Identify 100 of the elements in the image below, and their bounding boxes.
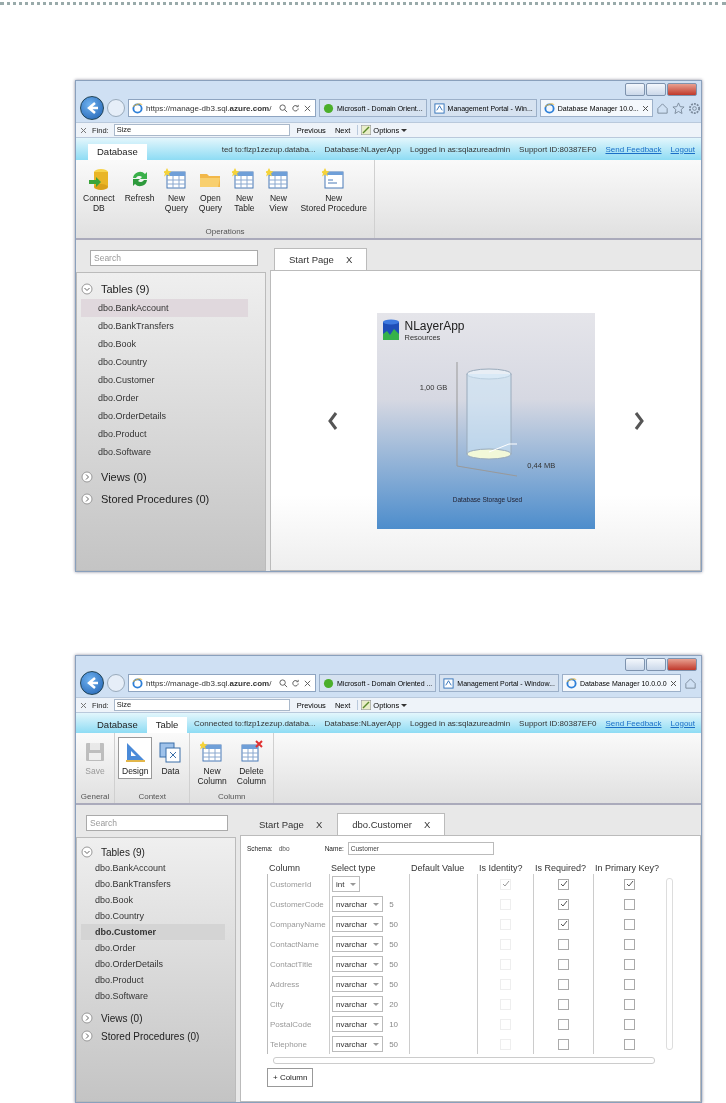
- size-value: 10: [389, 1019, 399, 1029]
- document-tab[interactable]: dbo.Customer X: [337, 813, 446, 835]
- checkbox[interactable]: [624, 958, 635, 970]
- checkbox[interactable]: [624, 938, 635, 950]
- close-button[interactable]: [667, 83, 697, 96]
- tree-item[interactable]: dbo.Book: [81, 892, 225, 908]
- ribbon-button[interactable]: Data: [154, 737, 187, 780]
- column-header: Default Value: [410, 862, 466, 874]
- header-link[interactable]: Logout: [670, 144, 695, 154]
- tree-section[interactable]: Views (0): [81, 1010, 227, 1026]
- ribbon-button[interactable]: New View: [262, 164, 295, 217]
- column-header: Is Identity?: [478, 862, 524, 874]
- tree-item[interactable]: dbo.Product: [81, 425, 248, 443]
- caret-icon: [401, 128, 408, 132]
- checkbox[interactable]: [558, 998, 569, 1010]
- minimize-button[interactable]: [625, 83, 645, 96]
- type-dropdown[interactable]: nvarchar: [332, 976, 384, 992]
- forward-button[interactable]: [107, 674, 125, 692]
- checkbox[interactable]: [624, 1038, 635, 1050]
- header-link[interactable]: Send Feedback: [605, 144, 662, 154]
- search-field[interactable]: Search: [86, 815, 228, 831]
- tree-item[interactable]: dbo.OrderDetails: [81, 956, 225, 972]
- tree-item[interactable]: dbo.Software: [81, 443, 248, 461]
- type-dropdown[interactable]: nvarchar: [332, 1036, 384, 1052]
- ribbon-tab[interactable]: Database: [88, 144, 147, 160]
- tree-item[interactable]: dbo.Order: [81, 940, 225, 956]
- ribbon-button[interactable]: New Stored Procedure: [296, 164, 372, 217]
- checkbox[interactable]: [558, 938, 569, 950]
- back-button[interactable]: [80, 671, 104, 695]
- add-column-button[interactable]: + Column: [267, 1068, 314, 1087]
- type-dropdown[interactable]: nvarchar: [332, 1016, 384, 1032]
- tree-item[interactable]: dbo.Customer: [81, 371, 248, 389]
- close-button[interactable]: [667, 658, 697, 671]
- header-link[interactable]: Send Feedback: [605, 718, 662, 728]
- checkbox[interactable]: [558, 878, 569, 890]
- ribbon-button[interactable]: Connect DB: [79, 164, 119, 217]
- ribbon-tab[interactable]: Table: [146, 717, 188, 733]
- forward-button[interactable]: [107, 99, 125, 117]
- document-tab[interactable]: Start Page X: [244, 813, 338, 835]
- ribbon-tab[interactable]: Database: [88, 717, 147, 733]
- ribbon-button[interactable]: Refresh: [120, 164, 159, 207]
- back-button[interactable]: [80, 96, 104, 120]
- ribbon-button[interactable]: Delete Column: [232, 737, 271, 790]
- tree-item[interactable]: dbo.Customer: [81, 924, 225, 940]
- address-bar[interactable]: https://manage-db3.sql.azure.com/: [128, 99, 316, 117]
- checkbox[interactable]: [624, 978, 635, 990]
- document-tab[interactable]: Start Page X: [274, 248, 368, 270]
- tree-item[interactable]: dbo.Country: [81, 908, 225, 924]
- caret-icon: [373, 1022, 380, 1026]
- type-dropdown[interactable]: nvarchar: [332, 916, 384, 932]
- checkbox[interactable]: [558, 918, 569, 930]
- checkbox[interactable]: [558, 1018, 569, 1030]
- tree-item[interactable]: dbo.OrderDetails: [81, 407, 248, 425]
- tree-item[interactable]: dbo.BankAccount: [81, 299, 248, 317]
- tree-item[interactable]: dbo.BankTransfers: [81, 317, 248, 335]
- tree-section[interactable]: Views (0): [81, 467, 257, 487]
- tree-item[interactable]: dbo.Order: [81, 389, 248, 407]
- ribbon-button[interactable]: New Table: [228, 164, 261, 217]
- ribbon-button[interactable]: New Query: [160, 164, 193, 217]
- tree-item[interactable]: dbo.Book: [81, 335, 248, 353]
- tree-item[interactable]: dbo.BankAccount: [81, 860, 225, 876]
- tree-section[interactable]: Stored Procedures (0): [81, 489, 257, 509]
- search-field[interactable]: Search: [90, 250, 258, 266]
- tree-item[interactable]: dbo.BankTransfers: [81, 876, 225, 892]
- checkbox[interactable]: [624, 1018, 635, 1030]
- tree-item[interactable]: dbo.Country: [81, 353, 248, 371]
- type-dropdown[interactable]: nvarchar: [332, 936, 384, 952]
- header-link[interactable]: Logout: [670, 718, 695, 728]
- maximize-button[interactable]: [646, 83, 666, 96]
- checkbox[interactable]: [624, 878, 635, 890]
- address-bar[interactable]: https://manage-db3.sql.azure.com/: [128, 674, 316, 692]
- vertical-scrollbar[interactable]: [666, 878, 673, 1050]
- checkbox[interactable]: [624, 918, 635, 930]
- maximize-button[interactable]: [646, 658, 666, 671]
- column-name-cell: Telephone: [267, 1034, 329, 1054]
- previous-arrow-button[interactable]: [326, 410, 339, 431]
- checkbox[interactable]: [624, 898, 635, 910]
- tree-item[interactable]: dbo.Software: [81, 988, 225, 1004]
- checkbox[interactable]: [558, 898, 569, 910]
- tree-section[interactable]: Tables (9): [81, 279, 257, 299]
- expand-right-icon: [81, 493, 93, 505]
- type-dropdown[interactable]: nvarchar: [332, 996, 384, 1012]
- checkbox[interactable]: [558, 958, 569, 970]
- ribbon-button[interactable]: Design: [118, 737, 153, 780]
- type-dropdown[interactable]: nvarchar: [332, 896, 384, 912]
- checkbox[interactable]: [558, 1038, 569, 1050]
- status-text: Database:NLayerApp: [324, 718, 401, 728]
- tree-section[interactable]: Stored Procedures (0): [81, 1028, 227, 1044]
- ribbon-button[interactable]: New Column: [193, 737, 231, 790]
- horizontal-scrollbar[interactable]: [273, 1057, 655, 1064]
- ribbon-button[interactable]: Open Query: [194, 164, 227, 217]
- tree-section[interactable]: Tables (9): [81, 844, 227, 860]
- checkbox[interactable]: [558, 978, 569, 990]
- tree-item[interactable]: dbo.Product: [81, 972, 225, 988]
- minimize-button[interactable]: [625, 658, 645, 671]
- next-arrow-button[interactable]: [632, 410, 645, 431]
- type-dropdown[interactable]: nvarchar: [332, 956, 384, 972]
- table-grid-icon: [232, 167, 257, 191]
- type-dropdown[interactable]: int: [332, 876, 361, 892]
- checkbox[interactable]: [624, 998, 635, 1010]
